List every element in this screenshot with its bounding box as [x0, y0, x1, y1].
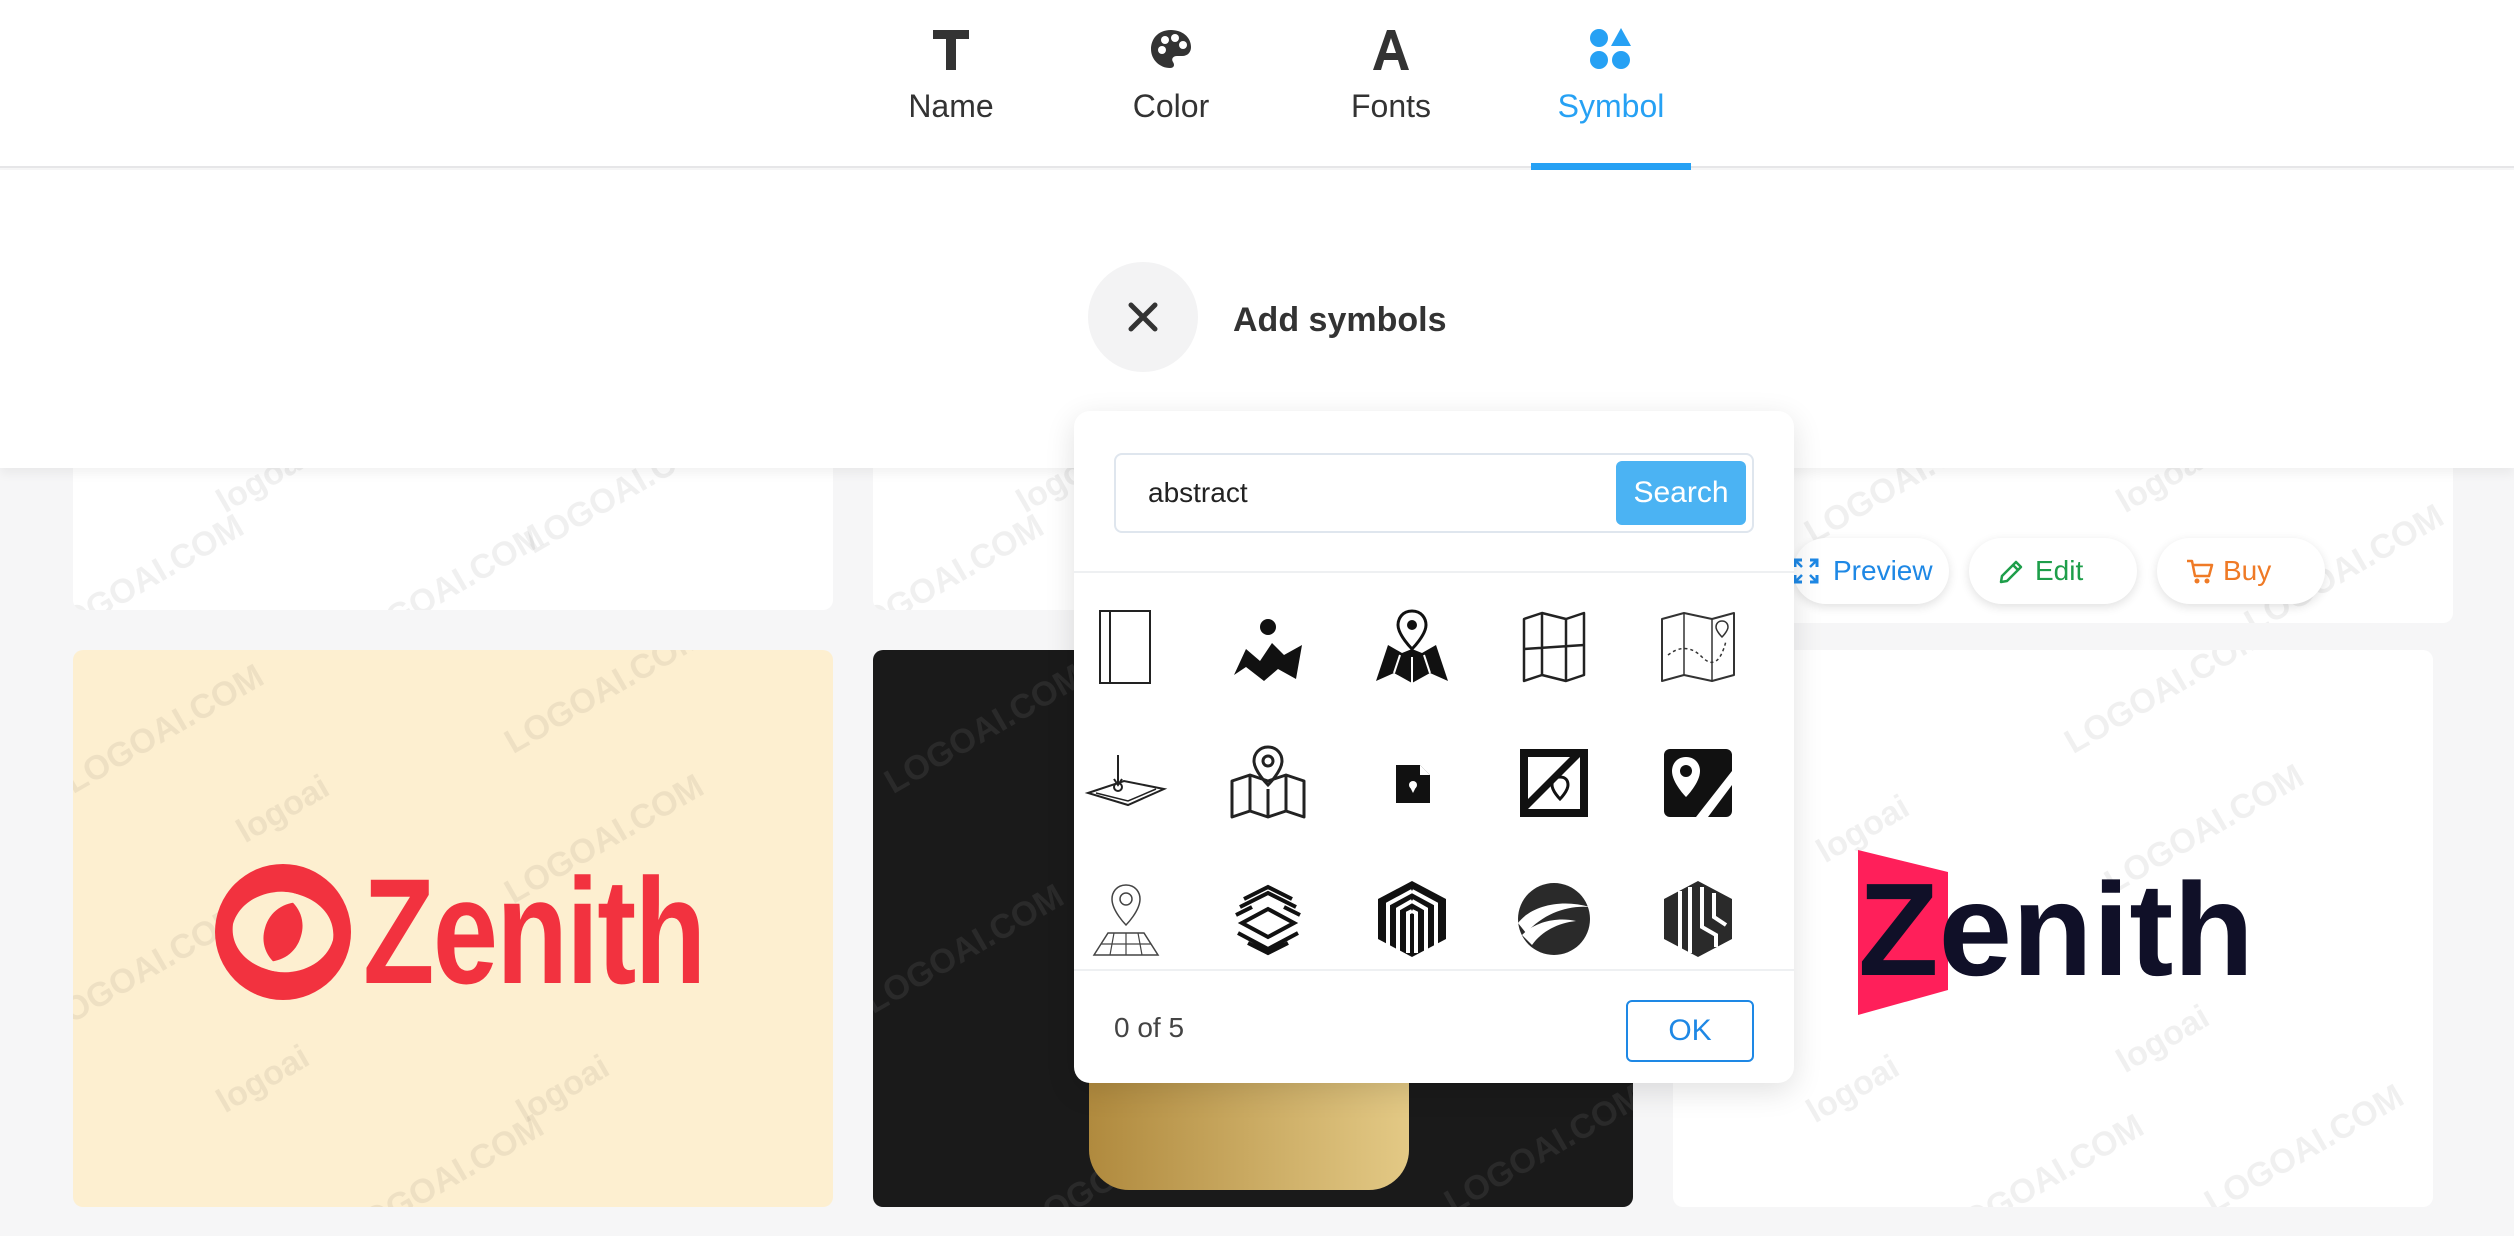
- buy-label: Buy: [2223, 555, 2272, 586]
- logo-wordmark: Zenith: [363, 847, 706, 1015]
- tab-label: Name: [908, 88, 994, 124]
- search-box: Search: [1114, 453, 1754, 533]
- watermark: LOGOAI.COM: [338, 516, 551, 610]
- pin-plane-icon[interactable]: [1084, 741, 1168, 825]
- tab-label: Symbol: [1557, 88, 1665, 124]
- watermark: LOGOAI.COM: [73, 506, 251, 610]
- swirl-logo-icon: [215, 864, 351, 1000]
- symbol-search-dropdown: Search: [1074, 411, 1794, 1083]
- tab-color[interactable]: Color: [1091, 0, 1251, 168]
- stripe-hexagon-icon[interactable]: [1656, 877, 1740, 961]
- watermark: logoai: [229, 767, 336, 851]
- watermark: LOGOAI.COM: [873, 876, 1071, 1022]
- panel-title: Add symbols: [1233, 301, 1447, 339]
- framed-map-icon[interactable]: [1512, 741, 1596, 825]
- pencil-icon: [1999, 560, 2023, 584]
- tab-label: Color: [1132, 88, 1210, 124]
- preview-label: Preview: [1833, 555, 1933, 586]
- buy-button[interactable]: Buy: [2157, 538, 2325, 604]
- folded-map-icon[interactable]: [1512, 605, 1596, 689]
- search-button[interactable]: Search: [1616, 461, 1746, 525]
- slash-pin-icon[interactable]: [1656, 741, 1740, 825]
- top-tab-bar: Name Color Fonts Symbol: [0, 0, 2514, 170]
- watermark: logoai: [2109, 997, 2216, 1081]
- palette-icon: [1151, 30, 1191, 68]
- cart-icon: [2187, 559, 2214, 584]
- close-button[interactable]: [1088, 262, 1198, 372]
- watermark: LOGOAI.COM: [878, 656, 1091, 802]
- tab-fonts[interactable]: Fonts: [1311, 0, 1471, 168]
- watermark: LOGOAI.COM: [873, 506, 1051, 610]
- watermark: logoai: [1799, 1047, 1906, 1131]
- stripe-cube-icon[interactable]: [1226, 877, 1310, 961]
- watermark: LOGOAI.COM: [2198, 1076, 2411, 1207]
- edit-button[interactable]: Edit: [1969, 538, 2137, 604]
- route-map-icon[interactable]: [1656, 605, 1740, 689]
- tab-label: Fonts: [1350, 88, 1432, 124]
- editor-tabs: Name Color Fonts Symbol: [0, 0, 2514, 170]
- watermark: LOGOAI.COM: [498, 650, 711, 762]
- tab-underline: [1531, 163, 1691, 170]
- map-pin-fold-icon[interactable]: [1370, 605, 1454, 689]
- divider: [1074, 969, 1794, 971]
- edit-label: Edit: [2035, 555, 2084, 586]
- selection-count: 0 of 5: [1114, 1012, 1185, 1043]
- text-t-icon: [933, 30, 969, 70]
- map-pin-terrain-icon[interactable]: [1226, 605, 1310, 689]
- divider: [1074, 571, 1794, 573]
- font-a-icon: [1373, 30, 1409, 70]
- close-icon: [1128, 302, 1158, 332]
- logo-card[interactable]: LOGOAI.COM LOGOAI.COM logoai LOGOAI.COM …: [73, 650, 833, 1207]
- shapes-icon: [1590, 28, 1631, 69]
- expand-icon: [1793, 558, 1819, 584]
- watermark: LOGOAI.COM: [338, 1106, 551, 1207]
- watermark: logoai: [509, 1047, 616, 1131]
- logo-wordmark: Zenith: [1858, 856, 2254, 1003]
- symbol-search-input[interactable]: [1116, 455, 1606, 531]
- door-panel-icon[interactable]: [1084, 605, 1168, 689]
- tab-symbol[interactable]: Symbol: [1531, 0, 1691, 170]
- swoosh-circle-icon[interactable]: [1512, 877, 1596, 961]
- hexagon-lines-icon[interactable]: [1370, 877, 1454, 961]
- watermark: LOGOAI.COM: [1438, 1076, 1633, 1207]
- ok-button[interactable]: OK: [1626, 1000, 1754, 1062]
- map-location-icon[interactable]: [1226, 741, 1310, 825]
- tab-name[interactable]: Name: [871, 0, 1031, 168]
- preview-button[interactable]: Preview: [1793, 538, 1949, 604]
- watermark: LOGOAI.COM: [2058, 650, 2271, 762]
- file-pin-icon[interactable]: [1370, 741, 1454, 825]
- watermark: LOGOAI.COM: [1938, 1106, 2151, 1207]
- watermark: LOGOAI.COM: [73, 656, 271, 802]
- map-grid-pin-icon[interactable]: [1084, 877, 1168, 961]
- watermark: logoai: [209, 1037, 316, 1121]
